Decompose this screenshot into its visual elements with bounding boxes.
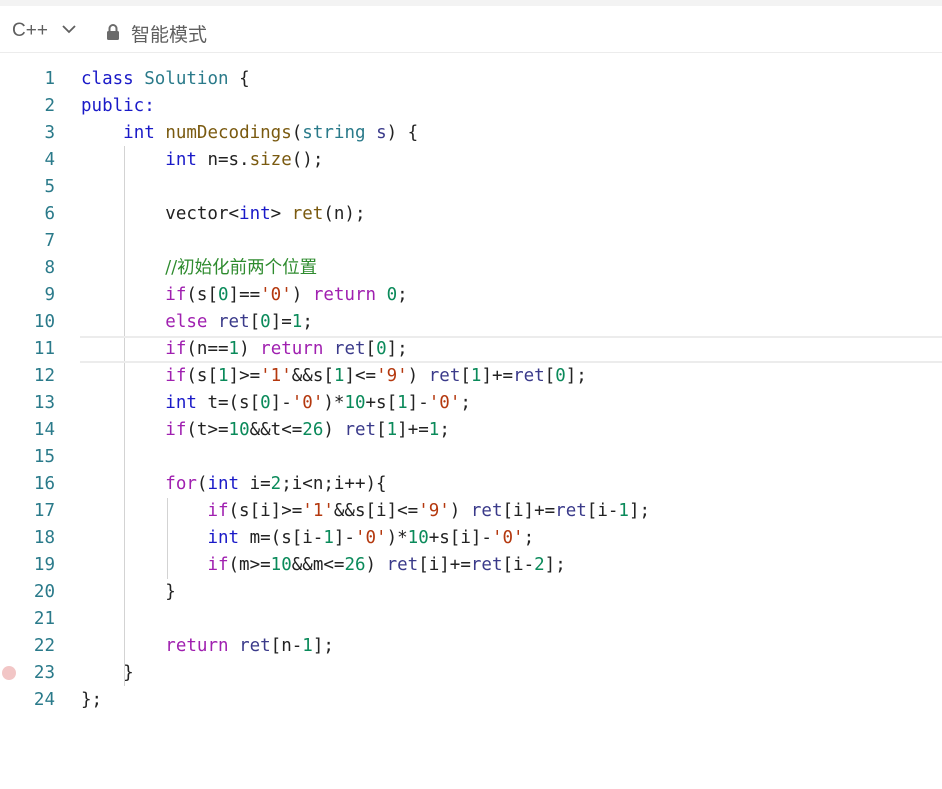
code-text[interactable]: if(t>=10&&t<=26) ret[1]+=1;	[81, 417, 450, 444]
code-text[interactable]: }	[81, 579, 176, 606]
code-text[interactable]: //初始化前两个位置	[81, 255, 317, 282]
line-number[interactable]: 9	[0, 282, 55, 309]
line-number[interactable]: 12	[0, 363, 55, 390]
line-number[interactable]: 3	[0, 120, 55, 147]
code-line[interactable]: 2 public:	[0, 93, 942, 120]
code-line[interactable]: 5	[0, 174, 942, 201]
code-text[interactable]: else ret[0]=1;	[81, 309, 313, 336]
code-line[interactable]: 22 return ret[n-1];	[0, 633, 942, 660]
code-line[interactable]: 1 class Solution {	[0, 66, 942, 93]
code-text[interactable]: class Solution {	[81, 66, 250, 93]
code-line[interactable]: 23 }	[0, 660, 942, 687]
line-number[interactable]: 17	[0, 498, 55, 525]
code-line[interactable]: 7	[0, 228, 942, 255]
code-text[interactable]: public:	[81, 93, 155, 120]
lock-icon	[107, 24, 119, 40]
code-text[interactable]: if(s[1]>='1'&&s[1]<='9') ret[1]+=ret[0];	[81, 363, 587, 390]
line-number[interactable]: 22	[0, 633, 55, 660]
code-line[interactable]: 14 if(t>=10&&t<=26) ret[1]+=1;	[0, 417, 942, 444]
code-text[interactable]: if(s[0]=='0') return 0;	[81, 282, 407, 309]
line-number[interactable]: 14	[0, 417, 55, 444]
language-selector[interactable]: C++	[12, 20, 48, 42]
code-text[interactable]: if(s[i]>='1'&&s[i]<='9') ret[i]+=ret[i-1…	[81, 498, 650, 525]
code-line[interactable]: 19 if(m>=10&&m<=26) ret[i]+=ret[i-2];	[0, 552, 942, 579]
code-text[interactable]: return ret[n-1];	[81, 633, 334, 660]
code-text[interactable]: };	[81, 687, 102, 714]
line-number[interactable]: 1	[0, 66, 55, 93]
line-number[interactable]: 15	[0, 444, 55, 471]
line-number[interactable]: 10	[0, 309, 55, 336]
chevron-down-icon[interactable]	[62, 24, 76, 34]
code-text[interactable]: int t=(s[0]-'0')*10+s[1]-'0';	[81, 390, 471, 417]
code-text[interactable]: int n=s.size();	[81, 147, 323, 174]
line-number[interactable]: 21	[0, 606, 55, 633]
code-line[interactable]: 16 for(int i=2;i<n;i++){	[0, 471, 942, 498]
code-line[interactable]: 10 else ret[0]=1;	[0, 309, 942, 336]
line-number[interactable]: 20	[0, 579, 55, 606]
smart-mode-label[interactable]: 智能模式	[131, 20, 207, 47]
code-text[interactable]: int numDecodings(string s) {	[81, 120, 418, 147]
code-editor[interactable]: 1 class Solution {2 public: 3 int numDecodi…	[0, 66, 942, 726]
code-line[interactable]: 18 int m=(s[i-1]-'0')*10+s[i]-'0';	[0, 525, 942, 552]
code-text[interactable]: }	[81, 660, 134, 687]
code-text[interactable]: int m=(s[i-1]-'0')*10+s[i]-'0';	[81, 525, 534, 552]
code-text[interactable]: if(n==1) return ret[0];	[81, 336, 407, 363]
line-number[interactable]: 18	[0, 525, 55, 552]
line-number[interactable]: 4	[0, 147, 55, 174]
line-number[interactable]: 24	[0, 687, 55, 714]
code-text[interactable]: vector<int> ret(n);	[81, 201, 365, 228]
line-number[interactable]: 16	[0, 471, 55, 498]
code-line[interactable]: 4 int n=s.size();	[0, 147, 942, 174]
code-line[interactable]: 13 int t=(s[0]-'0')*10+s[1]-'0';	[0, 390, 942, 417]
code-line[interactable]: 3 int numDecodings(string s) {	[0, 120, 942, 147]
line-number[interactable]: 2	[0, 93, 55, 120]
line-number[interactable]: 13	[0, 390, 55, 417]
line-number[interactable]: 7	[0, 228, 55, 255]
code-text[interactable]: for(int i=2;i<n;i++){	[81, 471, 386, 498]
code-line[interactable]: 24};	[0, 687, 942, 714]
breakpoint-marker[interactable]	[2, 666, 16, 680]
code-line[interactable]: 6 vector<int> ret(n);	[0, 201, 942, 228]
code-line[interactable]: 8 //初始化前两个位置	[0, 255, 942, 282]
line-number[interactable]: 8	[0, 255, 55, 282]
code-line[interactable]: 9 if(s[0]=='0') return 0;	[0, 282, 942, 309]
code-line[interactable]: 20 }	[0, 579, 942, 606]
code-line[interactable]: 11 if(n==1) return ret[0];	[0, 336, 942, 363]
line-number[interactable]: 5	[0, 174, 55, 201]
line-number[interactable]: 19	[0, 552, 55, 579]
code-line[interactable]: 12 if(s[1]>='1'&&s[1]<='9') ret[1]+=ret[…	[0, 363, 942, 390]
code-line[interactable]: 21	[0, 606, 942, 633]
line-number[interactable]: 6	[0, 201, 55, 228]
editor-toolbar: C++ 智能模式	[0, 6, 942, 53]
line-number[interactable]: 11	[0, 336, 55, 363]
code-line[interactable]: 15	[0, 444, 942, 471]
code-line[interactable]: 17 if(s[i]>='1'&&s[i]<='9') ret[i]+=ret[…	[0, 498, 942, 525]
code-text[interactable]: if(m>=10&&m<=26) ret[i]+=ret[i-2];	[81, 552, 565, 579]
